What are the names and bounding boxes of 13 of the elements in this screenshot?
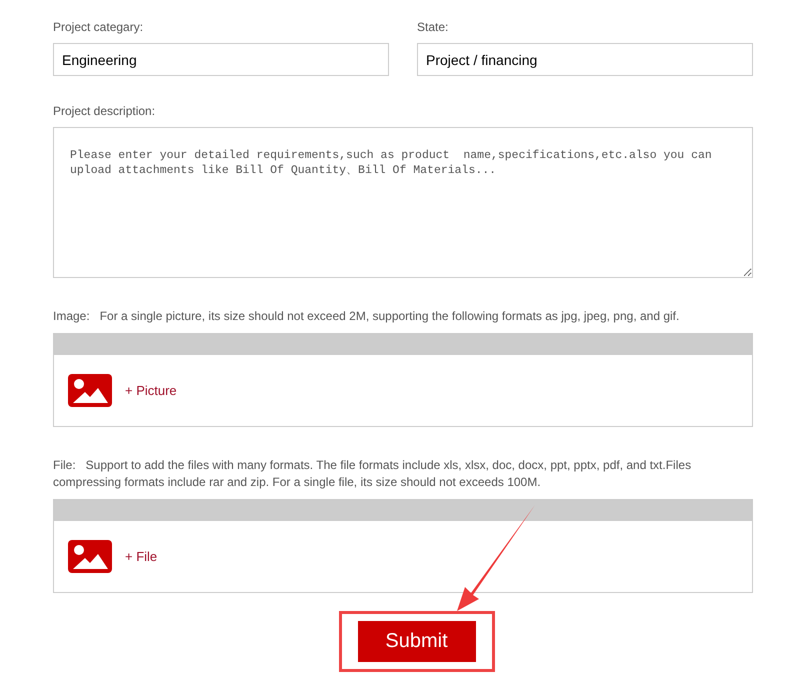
input-field[interactable]: Engineering xyxy=(53,43,389,76)
image-icon[interactable] xyxy=(68,540,112,573)
field-label: Project categary: xyxy=(53,20,144,34)
description-field[interactable]: Please enter your detailed requirements,such as product name,specifications,etc.also you can upload attachments like Bill Of Quantity、Bill Of Materials... xyxy=(53,127,753,278)
upload-hint: File: Support to add the files with many formats. The file formats include xls, xlsx, doc, docx, ppt, pptx, pdf, and txt.Files compressing formats include rar and zip. For a single file, its size should not exceeds 100M. xyxy=(53,457,692,491)
add-link[interactable]: + File xyxy=(125,549,158,564)
image-icon[interactable] xyxy=(68,374,112,407)
field-label: Project description: xyxy=(53,104,156,118)
add-link[interactable]: + Picture xyxy=(125,383,177,398)
field-label: State: xyxy=(417,20,450,34)
upload-hint: Image: For a single picture, its size should not exceed 2M, supporting the following formats as jpg, jpeg, png, and gif. xyxy=(53,308,680,325)
input-field[interactable]: Project / financing xyxy=(417,43,753,76)
submit-button[interactable]: Submit xyxy=(358,621,476,662)
